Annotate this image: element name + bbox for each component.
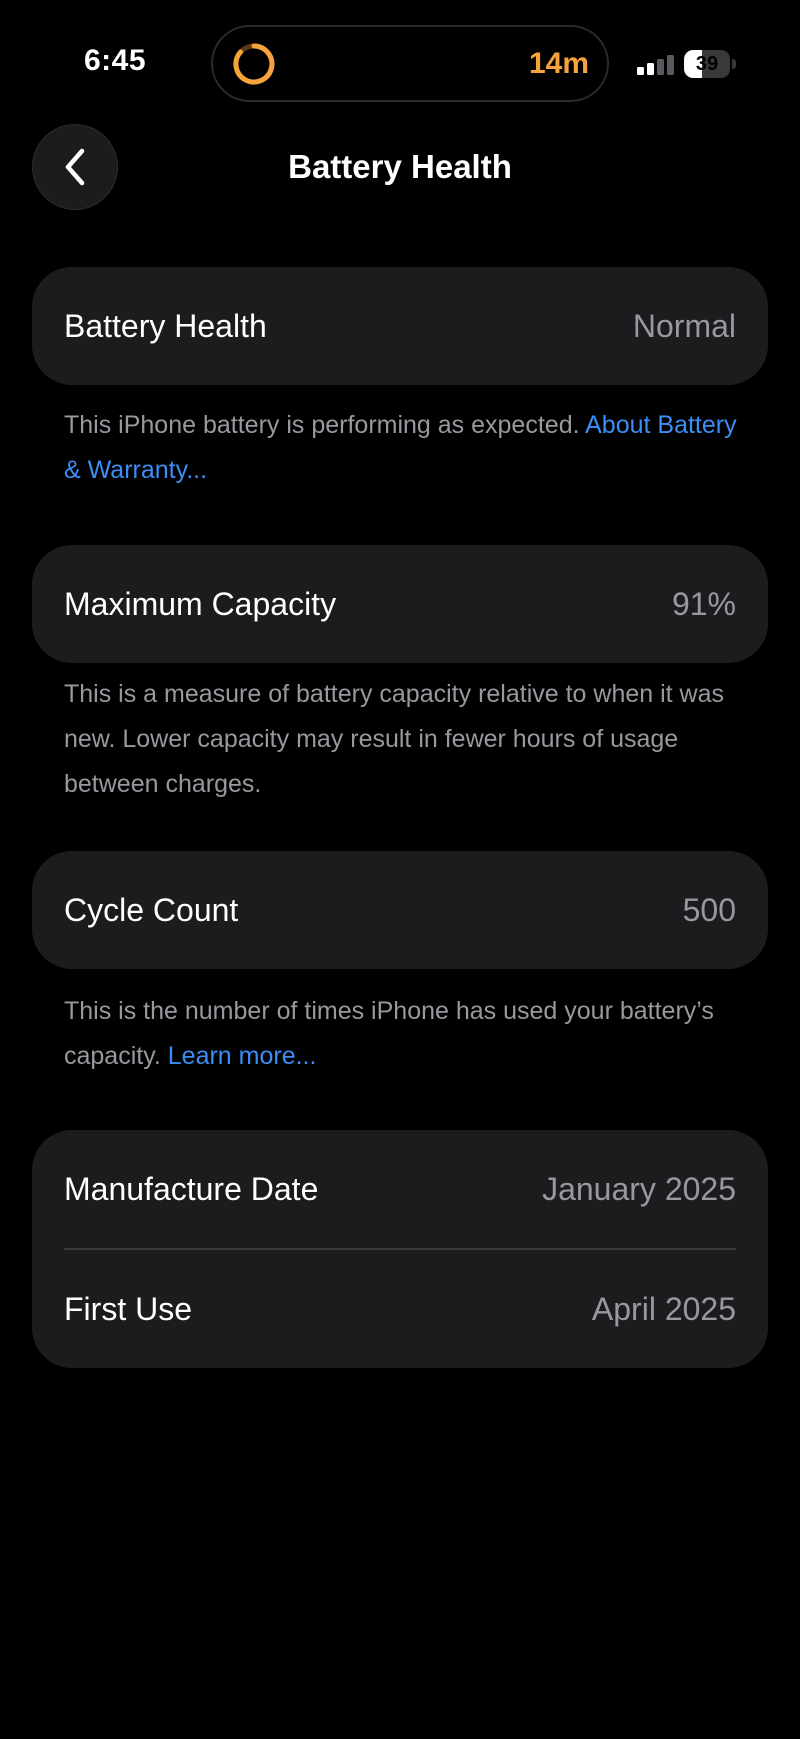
dynamic-island[interactable]: 14m [211, 25, 609, 102]
maximum-capacity-card: Maximum Capacity 91% [32, 545, 768, 663]
cycle-count-footnote: This is the number of times iPhone has u… [64, 989, 744, 1079]
battery-level: 39 [695, 53, 719, 75]
page-title: Battery Health [288, 148, 512, 185]
battery-health-value: Normal [632, 307, 736, 344]
battery-health-card: Battery Health Normal [32, 267, 768, 385]
battery-health-label: Battery Health [64, 307, 267, 344]
timer-ring-icon [233, 43, 275, 85]
cellular-signal-icon [637, 55, 674, 75]
maximum-capacity-footnote-text: This is a measure of battery capacity re… [64, 680, 725, 798]
battery-icon: 39 [684, 50, 736, 78]
dates-card: Manufacture Date January 2025 First Use … [32, 1130, 768, 1368]
cycle-count-label: Cycle Count [64, 891, 239, 928]
manufacture-date-row: Manufacture Date January 2025 [32, 1130, 768, 1248]
cycle-count-row: Cycle Count 500 [32, 851, 768, 969]
cycle-count-footnote-text: This is the number of times iPhone has u… [64, 997, 714, 1070]
timer-text: 14m [528, 47, 589, 80]
maximum-capacity-value: 91% [671, 585, 736, 622]
status-time: 6:45 [84, 44, 147, 77]
manufacture-date-label: Manufacture Date [64, 1170, 319, 1207]
maximum-capacity-footnote: This is a measure of battery capacity re… [64, 672, 744, 807]
battery-health-footnote: This iPhone battery is performing as exp… [64, 403, 744, 493]
cycle-count-value: 500 [682, 891, 736, 928]
battery-body: 39 [684, 50, 730, 78]
status-bar: 6:45 14m 39 [0, 0, 800, 120]
maximum-capacity-row: Maximum Capacity 91% [32, 545, 768, 663]
battery-health-row: Battery Health Normal [32, 267, 768, 385]
learn-more-link[interactable]: Learn more... [168, 1042, 317, 1070]
manufacture-date-value: January 2025 [542, 1170, 736, 1207]
first-use-label: First Use [64, 1290, 192, 1327]
battery-health-footnote-text: This iPhone battery is performing as exp… [64, 411, 580, 439]
cycle-count-card: Cycle Count 500 [32, 851, 768, 969]
first-use-value: April 2025 [591, 1290, 736, 1327]
battery-nub [732, 59, 736, 69]
maximum-capacity-label: Maximum Capacity [64, 585, 337, 622]
first-use-row: First Use April 2025 [32, 1250, 768, 1368]
